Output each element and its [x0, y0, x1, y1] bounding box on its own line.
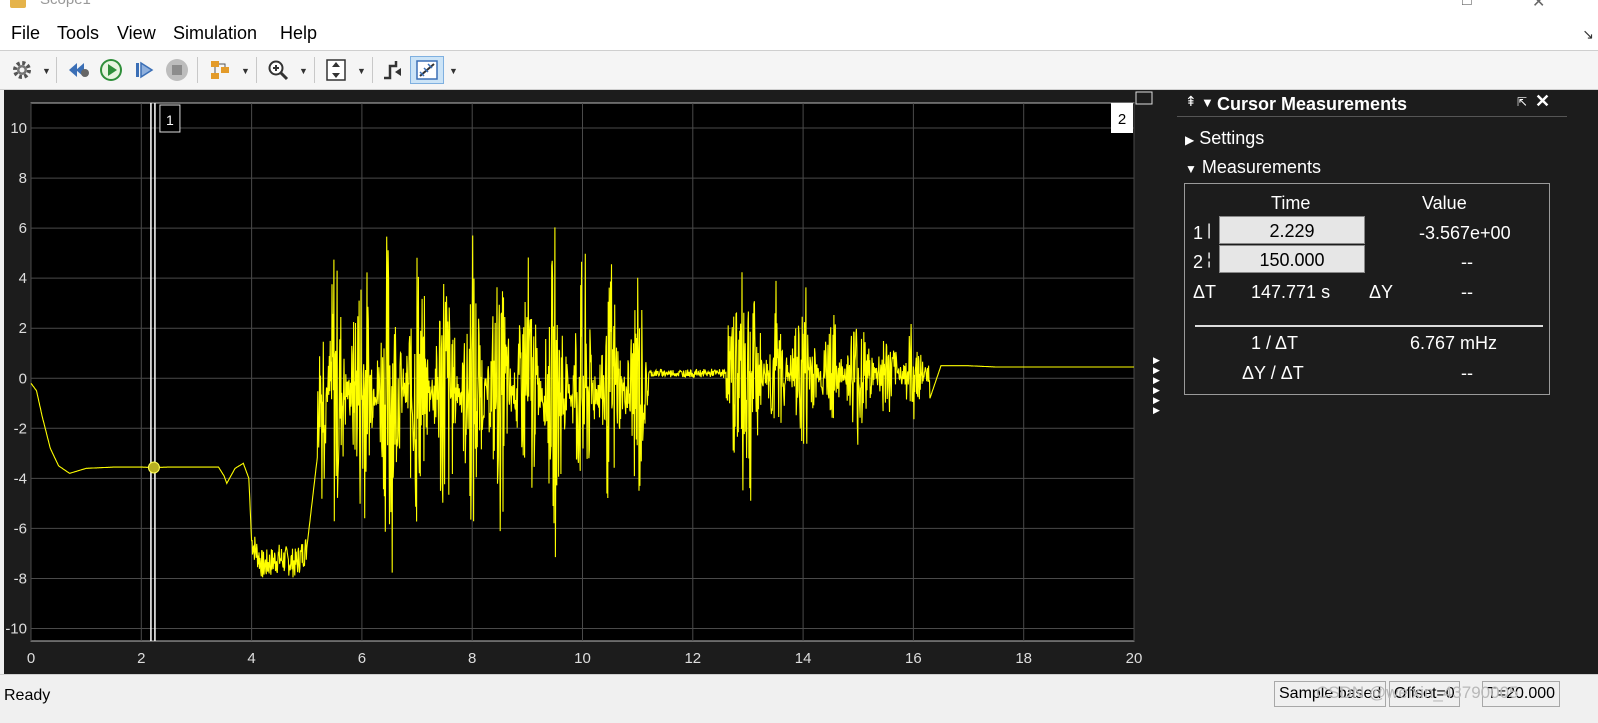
panel-splitter-handle[interactable]: ▶ ▶ ▶ ▶ ▶ ▶ — [1153, 355, 1160, 415]
y-tick-label: -6 — [14, 520, 27, 537]
menu-simulation[interactable]: Simulation — [173, 23, 257, 44]
measurements-label: Measurements — [1201, 157, 1321, 177]
menu-help[interactable]: Help — [280, 23, 317, 44]
dy-dt-label: ΔY / ΔT — [1242, 363, 1304, 383]
close-window-icon[interactable]: ✕ — [1532, 0, 1545, 12]
toolbar: ▼ ▼ ▼ ▼ ▼ — [0, 50, 1598, 90]
cursor-measurements-icon[interactable] — [410, 56, 444, 84]
zoom-dropdown-icon[interactable]: ▼ — [299, 66, 308, 76]
stop-icon[interactable] — [163, 56, 191, 84]
y-tick-label: 10 — [10, 120, 27, 137]
col-time-header: Time — [1271, 193, 1311, 213]
app-icon — [10, 0, 26, 8]
settings-dropdown-icon[interactable]: ▼ — [42, 66, 51, 76]
cursor-2-tag-label: 2 — [1118, 111, 1126, 128]
x-tick-label: 20 — [1126, 650, 1143, 667]
panel-header: ⇞ ▼ Cursor Measurements ⇱ ✕ — [1177, 90, 1567, 117]
y-tick-label: 8 — [19, 170, 27, 187]
delta-t-value: 147.771 s — [1251, 282, 1331, 302]
cursor1-time-field[interactable]: 2.229 — [1219, 216, 1365, 244]
cursor2-line-icon: ¦ — [1207, 251, 1212, 268]
delta-t-label: ΔT — [1193, 282, 1217, 302]
cursor1-label: 1 — [1193, 223, 1204, 243]
x-tick-label: 10 — [574, 650, 591, 667]
step-forward-icon[interactable] — [130, 56, 158, 84]
collapse-panel-icon[interactable]: ▼ — [1201, 95, 1214, 110]
x-tick-label: 14 — [795, 650, 812, 667]
settings-label: Settings — [1199, 128, 1265, 148]
undock-icon[interactable]: ⇱ — [1517, 95, 1527, 109]
x-tick-label: 16 — [905, 650, 922, 667]
x-tick-label: 4 — [247, 650, 255, 667]
y-tick-label: 4 — [19, 270, 27, 287]
cursor1-value: -3.567e+00 — [1419, 223, 1511, 243]
cursor-1-marker — [147, 461, 160, 474]
y-tick-label: -10 — [5, 620, 27, 637]
toolbar-separator — [314, 57, 315, 83]
scale-axes-icon[interactable] — [322, 56, 350, 84]
run-icon[interactable] — [97, 56, 125, 84]
col-value-header: Value — [1422, 193, 1467, 213]
cursor2-value: -- — [1461, 252, 1473, 272]
y-tick-label: -4 — [14, 470, 27, 487]
pin-icon[interactable]: ⇞ — [1185, 93, 1197, 110]
measurements-dropdown-icon[interactable]: ▼ — [449, 66, 458, 76]
y-tick-label: -8 — [14, 570, 27, 587]
menu-tools[interactable]: Tools — [57, 23, 99, 44]
watermark: CSDN @weixin_43790005 — [1316, 683, 1519, 702]
delta-y-label: ΔY — [1369, 282, 1394, 302]
highlight-dropdown-icon[interactable]: ▼ — [241, 66, 250, 76]
cursor2-time-field[interactable]: 150.000 — [1219, 245, 1365, 273]
y-tick-label: 0 — [19, 370, 27, 387]
collapse-arrow-icon: ▼ — [1185, 162, 1197, 176]
zoom-icon[interactable] — [264, 56, 292, 84]
close-panel-icon[interactable]: ✕ — [1535, 91, 1550, 112]
y-tick-label: 2 — [19, 320, 27, 337]
gear-icon[interactable] — [8, 56, 36, 84]
inv-delta-t-label: 1 / ΔT — [1251, 333, 1299, 353]
cursor-1-tag-label: 1 — [166, 112, 174, 128]
triggers-icon[interactable] — [379, 56, 407, 84]
x-tick-label: 2 — [137, 650, 145, 667]
measurements-table: Time Value 1 | 2.229 -3.567e+00 2 ¦ 150.… — [1184, 183, 1550, 395]
block-highlight-icon[interactable] — [206, 56, 234, 84]
menubar: File Tools View Simulation Help ↘ — [0, 14, 1598, 50]
toolbar-separator — [256, 57, 257, 83]
toolbar-separator — [372, 57, 373, 83]
x-tick-label: 12 — [684, 650, 701, 667]
window-titlebar: Scope1 □ ✕ — [0, 0, 1598, 14]
menu-file[interactable]: File — [11, 23, 40, 44]
restore-icon[interactable] — [65, 56, 93, 84]
menu-view[interactable]: View — [117, 23, 156, 44]
toolbar-separator — [56, 57, 57, 83]
window-title: Scope1 — [40, 0, 91, 8]
x-tick-label: 18 — [1015, 650, 1032, 667]
scale-dropdown-icon[interactable]: ▼ — [357, 66, 366, 76]
x-tick-label: 6 — [358, 650, 366, 667]
inv-delta-t-value: 6.767 mHz — [1410, 333, 1498, 353]
x-tick-label: 0 — [27, 650, 35, 667]
toolbar-separator — [197, 57, 198, 83]
x-tick-label: 8 — [468, 650, 476, 667]
statusbar: Ready Sample based Offset=0 T=20.000 CSD… — [0, 674, 1598, 723]
maximize-icon[interactable]: □ — [1462, 0, 1472, 10]
cursor2-label: 2 — [1193, 252, 1204, 272]
settings-section[interactable]: ▶ Settings — [1185, 128, 1264, 149]
y-tick-label: 6 — [19, 220, 27, 237]
divider — [1195, 325, 1543, 327]
y-tick-label: -2 — [14, 420, 27, 437]
restore-toolstrip-icon[interactable]: ↘ — [1582, 26, 1594, 43]
dy-dt-value: -- — [1461, 363, 1473, 383]
expand-arrow-icon: ▶ — [1185, 133, 1195, 147]
axes-undock-icon — [1135, 91, 1153, 105]
cursor1-line-icon: | — [1207, 222, 1212, 239]
panel-title: Cursor Measurements — [1217, 94, 1408, 114]
cursor-measurements-panel: ⇞ ▼ Cursor Measurements ⇱ ✕ ▶ Settings ▼… — [1177, 90, 1594, 402]
delta-y-value: -- — [1461, 282, 1473, 302]
measurements-section[interactable]: ▼ Measurements — [1185, 157, 1321, 178]
status-ready: Ready — [4, 687, 51, 704]
